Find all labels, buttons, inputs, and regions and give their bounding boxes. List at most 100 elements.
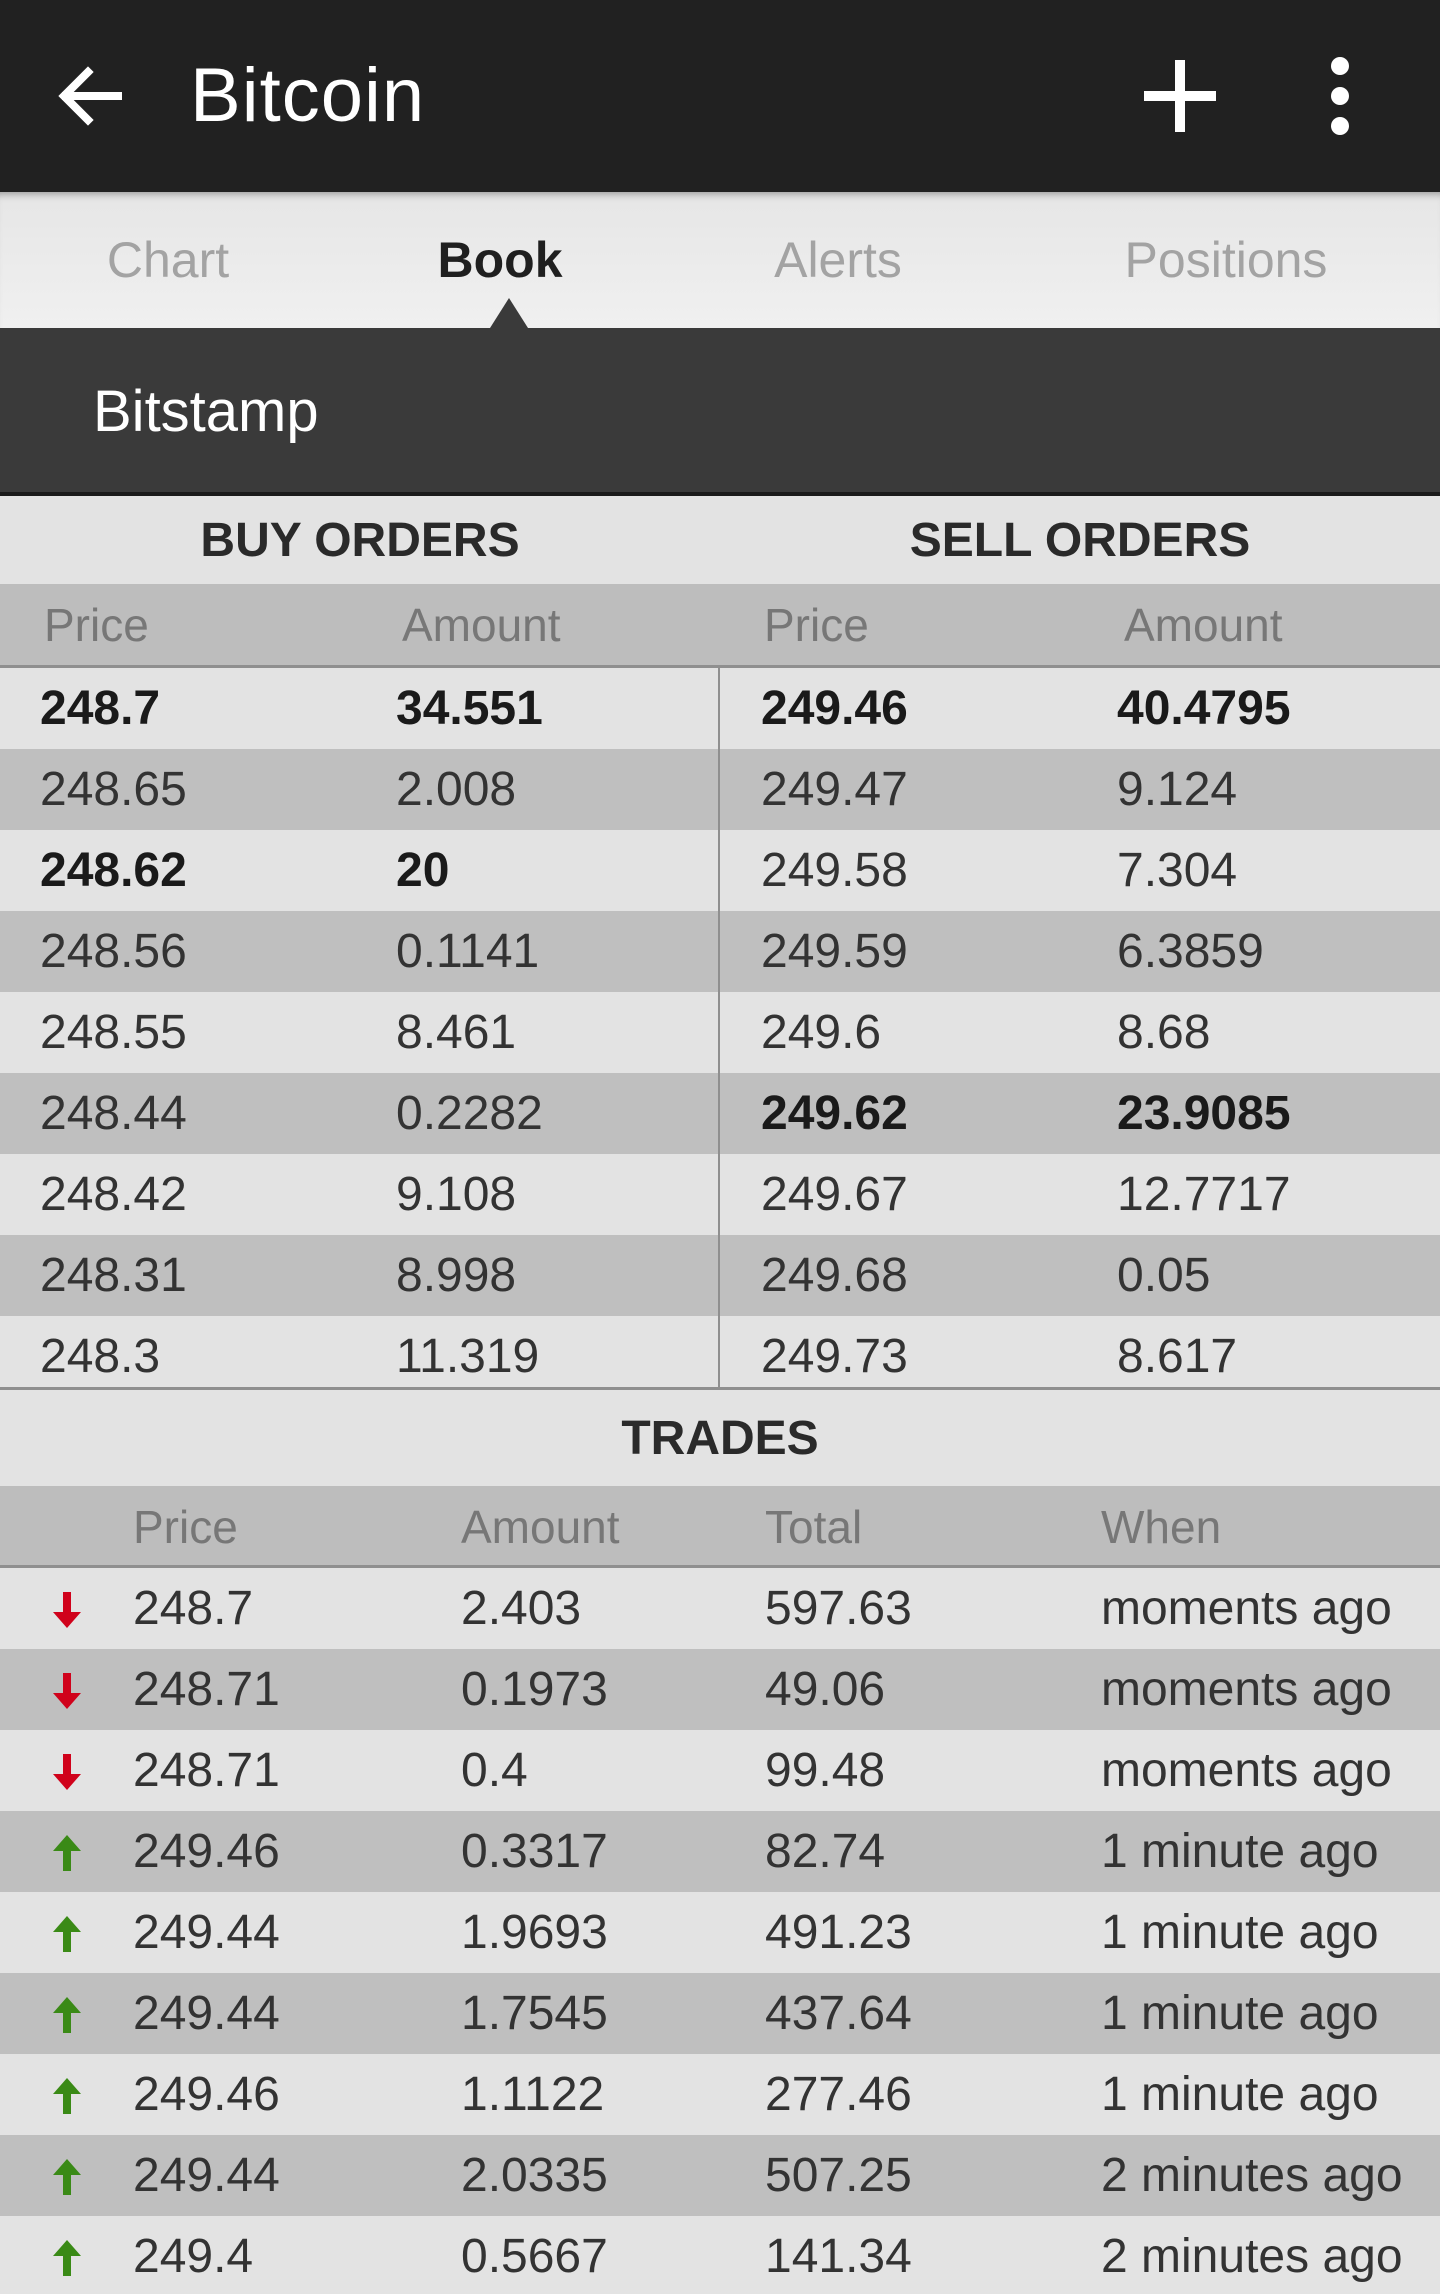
buy-price: 248.44	[40, 1087, 187, 1140]
order-column-header: Price Amount Price Amount	[0, 584, 1440, 666]
buy-amount-header: Amount	[402, 599, 561, 651]
trade-amount: 2.0335	[461, 2149, 608, 2202]
order-row[interactable]: 248.31 8.998 249.68 0.05	[0, 1235, 1440, 1316]
trade-price: 249.4	[133, 2230, 254, 2283]
buy-price: 248.56	[40, 925, 187, 978]
tab-positions[interactable]: Positions	[1040, 192, 1412, 328]
trade-when: 1 minute ago	[1101, 1987, 1379, 2040]
trade-amount: 2.403	[461, 1582, 582, 1635]
sell-amount: 6.3859	[1117, 925, 1264, 978]
sell-price: 249.62	[761, 1087, 908, 1140]
arrow-up-icon	[53, 1916, 81, 1952]
back-button[interactable]	[40, 46, 140, 146]
trades-list[interactable]: 248.7 2.403 597.63 moments ago 248.71 0.1973 4…	[0, 1568, 1440, 2294]
trade-price: 248.71	[133, 1744, 280, 1797]
exchange-name: Bitstamp	[93, 379, 319, 444]
buy-price: 248.42	[40, 1168, 187, 1221]
arrow-up-icon	[53, 2078, 81, 2114]
sell-amount-header: Amount	[1124, 599, 1283, 651]
order-row[interactable]: 248.62 20 249.58 7.304	[0, 830, 1440, 911]
arrow-down-icon	[53, 1673, 81, 1709]
order-row[interactable]: 248.3 11.319 249.73 8.617	[0, 1316, 1440, 1387]
trade-row[interactable]: 248.7 2.403 597.63 moments ago	[0, 1568, 1440, 1649]
sell-amount: 8.617	[1117, 1330, 1238, 1383]
trade-price: 249.44	[133, 1906, 280, 1959]
arrow-up-icon	[53, 1997, 81, 2033]
tab-chart[interactable]: Chart	[20, 192, 316, 328]
more-vertical-icon	[1331, 57, 1349, 135]
trade-total-header: Total	[765, 1501, 863, 1553]
app-bar: Bitcoin	[0, 0, 1440, 192]
order-row[interactable]: 248.44 0.2282 249.62 23.9085	[0, 1073, 1440, 1154]
active-tab-indicator	[490, 298, 528, 328]
buy-price: 248.62	[40, 844, 187, 897]
trade-price: 249.46	[133, 2068, 280, 2121]
buy-price-header: Price	[44, 599, 149, 651]
trade-row[interactable]: 248.71 0.4 99.48 moments ago	[0, 1730, 1440, 1811]
arrow-left-icon	[58, 66, 122, 126]
trade-total: 82.74	[765, 1825, 886, 1878]
sell-amount: 9.124	[1117, 763, 1238, 816]
trade-row[interactable]: 249.46 0.3317 82.74 1 minute ago	[0, 1811, 1440, 1892]
order-row[interactable]: 248.56 0.1141 249.59 6.3859	[0, 911, 1440, 992]
sell-amount: 12.7717	[1117, 1168, 1291, 1221]
buy-amount: 8.461	[396, 1006, 517, 1059]
arrow-up-icon	[53, 1835, 81, 1871]
trades-title: TRADES	[0, 1390, 1440, 1486]
trade-when: 1 minute ago	[1101, 1906, 1379, 1959]
trade-when: 1 minute ago	[1101, 1825, 1379, 1878]
sell-price: 249.46	[761, 682, 908, 735]
trade-total: 49.06	[765, 1663, 886, 1716]
trade-amount: 1.7545	[461, 1987, 608, 2040]
plus-icon	[1144, 60, 1216, 132]
trade-total: 597.63	[765, 1582, 912, 1635]
exchange-selector[interactable]: Bitstamp	[0, 328, 1440, 494]
sell-price: 249.59	[761, 925, 908, 978]
arrow-down-icon	[53, 1592, 81, 1628]
sell-orders-title: SELL ORDERS	[720, 496, 1440, 584]
trade-when: 2 minutes ago	[1101, 2149, 1403, 2202]
order-row[interactable]: 248.7 34.551 249.46 40.4795	[0, 668, 1440, 749]
order-row[interactable]: 248.65 2.008 249.47 9.124	[0, 749, 1440, 830]
trade-total: 141.34	[765, 2230, 912, 2283]
buy-price: 248.3	[40, 1330, 161, 1383]
sell-price: 249.68	[761, 1249, 908, 1302]
tab-alerts[interactable]: Alerts	[690, 192, 986, 328]
trade-total: 99.48	[765, 1744, 886, 1797]
sell-price: 249.6	[761, 1006, 882, 1059]
sell-amount: 23.9085	[1117, 1087, 1291, 1140]
buy-price: 248.65	[40, 763, 187, 816]
trade-total: 491.23	[765, 1906, 912, 1959]
trade-amount: 0.4	[461, 1744, 528, 1797]
trade-total: 277.46	[765, 2068, 912, 2121]
more-options-button[interactable]	[1290, 46, 1390, 146]
trade-when: moments ago	[1101, 1582, 1392, 1635]
sell-price: 249.47	[761, 763, 908, 816]
buy-amount: 34.551	[396, 682, 543, 735]
trade-row[interactable]: 249.44 1.7545 437.64 1 minute ago	[0, 1973, 1440, 2054]
sell-amount: 40.4795	[1117, 682, 1291, 735]
add-button[interactable]	[1130, 46, 1230, 146]
trade-row[interactable]: 249.46 1.1122 277.46 1 minute ago	[0, 2054, 1440, 2135]
trade-row[interactable]: 249.4 0.5667 141.34 2 minutes ago	[0, 2216, 1440, 2294]
buy-price: 248.55	[40, 1006, 187, 1059]
trade-row[interactable]: 249.44 2.0335 507.25 2 minutes ago	[0, 2135, 1440, 2216]
trade-amount: 0.5667	[461, 2230, 608, 2283]
trade-row[interactable]: 249.44 1.9693 491.23 1 minute ago	[0, 1892, 1440, 1973]
buy-amount: 0.2282	[396, 1087, 543, 1140]
trade-when: moments ago	[1101, 1744, 1392, 1797]
order-row[interactable]: 248.42 9.108 249.67 12.7717	[0, 1154, 1440, 1235]
buy-orders-title: BUY ORDERS	[0, 496, 720, 584]
trade-amount-header: Amount	[461, 1501, 620, 1553]
sell-price: 249.58	[761, 844, 908, 897]
buy-amount: 2.008	[396, 763, 517, 816]
buy-amount: 9.108	[396, 1168, 517, 1221]
trade-amount: 0.1973	[461, 1663, 608, 1716]
order-row[interactable]: 248.55 8.461 249.6 8.68	[0, 992, 1440, 1073]
buy-amount: 20	[396, 844, 450, 897]
trade-row[interactable]: 248.71 0.1973 49.06 moments ago	[0, 1649, 1440, 1730]
trade-total: 437.64	[765, 1987, 912, 2040]
sell-price: 249.67	[761, 1168, 908, 1221]
sell-price: 249.73	[761, 1330, 908, 1383]
order-book-list[interactable]: 248.7 34.551 249.46 40.4795 248.65 2.008 249.4…	[0, 668, 1440, 1387]
